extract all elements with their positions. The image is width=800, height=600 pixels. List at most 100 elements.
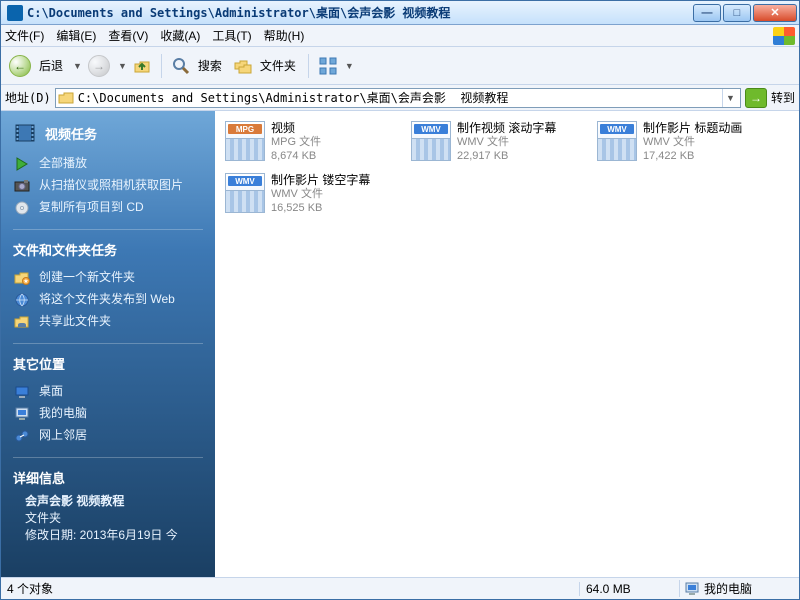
address-dropdown-icon[interactable]: ▼	[722, 89, 738, 107]
explorer-window: C:\Documents and Settings\Administrator\…	[0, 0, 800, 600]
other-places-title: 其它位置	[13, 354, 65, 373]
up-button[interactable]	[129, 53, 155, 79]
close-button[interactable]: ✕	[753, 4, 797, 22]
file-item-2[interactable]: WMV制作影片 标题动画WMV 文件17,422 KB	[595, 119, 781, 171]
svg-text:★: ★	[23, 278, 28, 285]
file-size: 22,917 KB	[457, 150, 593, 164]
back-label: 后退	[39, 57, 63, 74]
file-task-item-label: 创建一个新文件夹	[39, 270, 203, 286]
address-input[interactable]	[78, 91, 722, 105]
play-icon	[13, 156, 31, 172]
maximize-button[interactable]: □	[723, 4, 751, 22]
go-label: 转到	[771, 89, 795, 106]
views-button[interactable]	[315, 53, 341, 79]
file-name: 制作视频 滚动字幕	[457, 121, 593, 136]
views-dropdown-icon[interactable]: ▼	[345, 61, 354, 71]
share-icon	[13, 314, 31, 330]
back-button[interactable]: ←	[5, 51, 35, 81]
other-places-header[interactable]: 其它位置	[13, 354, 203, 373]
cd-icon	[13, 200, 31, 216]
status-location-text: 我的电脑	[704, 580, 752, 597]
search-button[interactable]	[168, 53, 194, 79]
windows-flag-icon	[773, 27, 795, 45]
folders-button[interactable]	[230, 53, 256, 79]
details-name: 会声会影 视频教程	[25, 493, 191, 510]
menu-tools[interactable]: 工具(T)	[212, 27, 251, 44]
menu-file[interactable]: 文件(F)	[5, 27, 44, 44]
video-task-item-label: 从扫描仪或照相机获取图片	[39, 178, 203, 194]
desktop-icon	[13, 384, 31, 400]
file-list[interactable]: MPG 视频MPG 文件8,674 KB WMV 制作视频 滚动字幕 WMV 文件 22,…	[215, 111, 799, 577]
video-file-icon: MPG	[225, 121, 265, 161]
divider	[13, 457, 203, 458]
file-type: WMV 文件	[643, 136, 779, 150]
menu-favorites[interactable]: 收藏(A)	[160, 27, 200, 44]
go-button[interactable]: →	[745, 88, 767, 108]
video-task-item-2[interactable]: 复制所有项目到 CD	[13, 197, 203, 219]
details-content: 会声会影 视频教程 文件夹 修改日期: 2013年6月19日 今	[13, 487, 203, 543]
menu-help[interactable]: 帮助(H)	[264, 27, 305, 44]
file-item-1[interactable]: WMV制作视频 滚动字幕WMV 文件22,917 KB	[409, 119, 595, 171]
other-place-item-label: 桌面	[39, 384, 203, 400]
section-details: 详细信息 会声会影 视频教程 文件夹 修改日期: 2013年6月19日 今	[1, 468, 215, 543]
back-dropdown-icon[interactable]: ▼	[73, 61, 82, 71]
file-item-0[interactable]: MPG 视频MPG 文件8,674 KB	[223, 119, 409, 171]
other-place-item-0[interactable]: 桌面	[13, 381, 203, 403]
section-video-tasks: 视频任务 全部播放从扫描仪或照相机获取图片复制所有项目到 CD	[1, 121, 215, 219]
publish-icon	[13, 292, 31, 308]
file-name: 视频	[271, 121, 407, 136]
details-header[interactable]: 详细信息	[13, 468, 203, 487]
tasks-panel: 视频任务 全部播放从扫描仪或照相机获取图片复制所有项目到 CD 文件和文件夹任务…	[1, 111, 215, 577]
section-other-places: 其它位置 桌面我的电脑网上邻居	[1, 354, 215, 447]
details-title: 详细信息	[13, 468, 65, 487]
menubar: 文件(F) 编辑(E) 查看(V) 收藏(A) 工具(T) 帮助(H)	[1, 25, 799, 47]
video-task-item-1[interactable]: 从扫描仪或照相机获取图片	[13, 175, 203, 197]
video-task-item-label: 全部播放	[39, 156, 203, 172]
video-tasks-title: 视频任务	[45, 124, 97, 143]
status-location: 我的电脑	[679, 580, 799, 597]
video-file-icon: WMV	[411, 121, 451, 161]
folders-label: 文件夹	[260, 57, 296, 74]
file-task-item-label: 共享此文件夹	[39, 314, 203, 330]
video-file-icon: WMV	[225, 173, 265, 213]
video-file-icon: WMV	[597, 121, 637, 161]
menu-view[interactable]: 查看(V)	[108, 27, 148, 44]
camera-icon	[13, 178, 31, 194]
window-controls: — □ ✕	[693, 4, 797, 22]
minimize-button[interactable]: —	[693, 4, 721, 22]
video-task-item-0[interactable]: 全部播放	[13, 153, 203, 175]
computer-icon	[684, 582, 700, 596]
forward-button[interactable]: →	[84, 51, 114, 81]
file-size: 8,674 KB	[271, 150, 407, 164]
file-task-item-1[interactable]: 将这个文件夹发布到 Web	[13, 289, 203, 311]
menu-edit[interactable]: 编辑(E)	[56, 27, 96, 44]
address-label: 地址(D)	[5, 89, 51, 106]
divider	[13, 229, 203, 230]
file-tasks-header[interactable]: 文件和文件夹任务	[13, 240, 203, 259]
file-type: WMV 文件	[271, 188, 407, 202]
file-size: 16,525 KB	[271, 202, 407, 216]
video-tasks-header[interactable]: 视频任务	[13, 121, 203, 145]
forward-dropdown-icon[interactable]: ▼	[118, 61, 127, 71]
titlebar: C:\Documents and Settings\Administrator\…	[1, 1, 799, 25]
other-place-item-label: 网上邻居	[39, 428, 203, 444]
window-icon	[7, 5, 23, 21]
file-task-item-2[interactable]: 共享此文件夹	[13, 311, 203, 333]
toolbar-separator-2	[308, 54, 309, 78]
section-file-tasks: 文件和文件夹任务 ★ 创建一个新文件夹将这个文件夹发布到 Web 共享此文件夹	[1, 240, 215, 333]
file-item-3[interactable]: WMV 制作影片 镂空字幕WMV 文件16,525 KB	[223, 171, 409, 223]
toolbar: ← 后退 ▼ → ▼ 搜索 文件夹 ▼	[1, 47, 799, 85]
file-type: MPG 文件	[271, 136, 407, 150]
addressbar: 地址(D) ▼ → 转到	[1, 85, 799, 111]
file-name: 制作影片 镂空字幕	[271, 173, 407, 188]
search-label: 搜索	[198, 57, 222, 74]
file-task-item-0[interactable]: ★ 创建一个新文件夹	[13, 267, 203, 289]
file-size: 17,422 KB	[643, 150, 779, 164]
file-task-item-label: 将这个文件夹发布到 Web	[39, 292, 203, 308]
other-place-item-1[interactable]: 我的电脑	[13, 403, 203, 425]
file-tasks-title: 文件和文件夹任务	[13, 240, 117, 259]
address-field[interactable]: ▼	[55, 88, 741, 108]
other-place-item-2[interactable]: 网上邻居	[13, 425, 203, 447]
details-type: 文件夹	[25, 510, 191, 527]
other-place-item-label: 我的电脑	[39, 406, 203, 422]
